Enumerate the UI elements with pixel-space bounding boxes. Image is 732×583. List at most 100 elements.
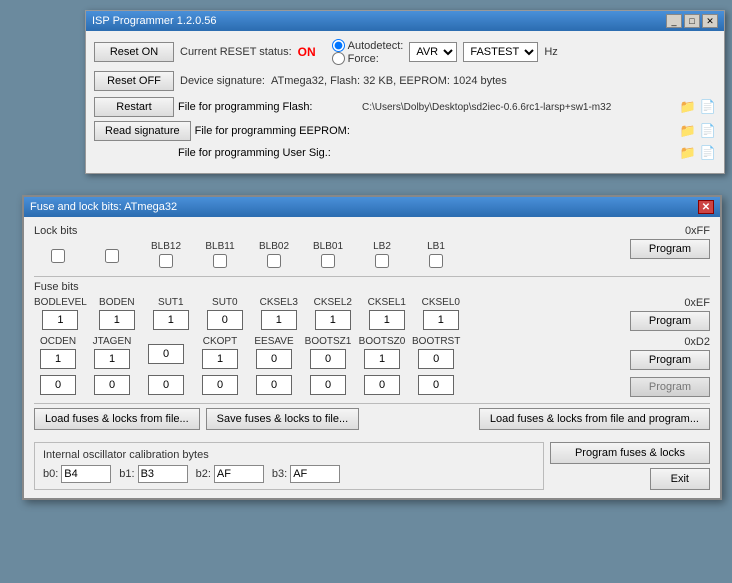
fuse-program-btn1[interactable]: Program <box>630 311 710 331</box>
flash-path: C:\Users\Dolby\Desktop\sd2iec-0.6.6rc1-l… <box>362 102 676 113</box>
fuse-hex2-label: 0xD2 <box>684 336 710 348</box>
bootsz1-input[interactable] <box>310 349 346 369</box>
lock-lb1-check[interactable] <box>429 254 443 268</box>
load-program-btn[interactable]: Load fuses & locks from file and program… <box>479 408 710 430</box>
lock-blb12-check[interactable] <box>159 254 173 268</box>
b0-input[interactable] <box>61 465 111 483</box>
empty-input-7[interactable] <box>364 375 400 395</box>
boden-input[interactable] <box>99 310 135 330</box>
lock-blb02-label: BLB02 <box>259 241 289 252</box>
fuse-title-bar: Fuse and lock bits: ATmega32 ✕ <box>24 197 720 217</box>
empty-col <box>142 342 190 364</box>
empty-row-section: Program <box>34 375 710 399</box>
force-radio[interactable] <box>332 52 345 65</box>
cksel2-col: CKSEL2 <box>309 297 357 330</box>
flash-row: Restart File for programming Flash: C:\U… <box>94 97 716 117</box>
empty-input-5[interactable] <box>256 375 292 395</box>
jtagen-input[interactable] <box>94 349 130 369</box>
device-sig-label: Device signature: <box>180 75 265 87</box>
sut0-label: SUT0 <box>212 297 238 308</box>
ocden-input[interactable] <box>40 349 76 369</box>
osc-row: b0: b1: b2: b3: <box>43 465 535 483</box>
empty-program-btn[interactable]: Program <box>630 377 710 397</box>
empty-input-1[interactable] <box>40 375 76 395</box>
empty-input-6[interactable] <box>310 375 346 395</box>
fuse-window-title: Fuse and lock bits: ATmega32 <box>30 201 177 213</box>
cksel0-input[interactable] <box>423 310 459 330</box>
read-signature-button[interactable]: Read signature <box>94 121 191 141</box>
fuse-close-btn[interactable]: ✕ <box>698 200 714 214</box>
eesave-input[interactable] <box>256 349 292 369</box>
fuse-row2-program-area: 0xD2 Program <box>630 336 710 370</box>
hz-label: Hz <box>544 46 557 58</box>
reset-on-button[interactable]: Reset ON <box>94 42 174 62</box>
ckopt-label: CKOPT <box>203 336 237 347</box>
fuse-row1-labels: BODLEVEL BODEN SUT1 SUT0 <box>34 297 626 330</box>
sut0-col: SUT0 <box>201 297 249 330</box>
flash-label: File for programming Flash: <box>178 101 358 113</box>
b3-group: b3: <box>272 465 340 483</box>
fuse-hex1-label: 0xEF <box>684 297 710 309</box>
save-fuses-btn[interactable]: Save fuses & locks to file... <box>206 408 359 430</box>
ckopt-input[interactable] <box>202 349 238 369</box>
b1-input[interactable] <box>138 465 188 483</box>
fuse-program-btn2[interactable]: Program <box>630 350 710 370</box>
bodlevel-label: BODLEVEL <box>34 297 87 308</box>
eeprom-file-icon[interactable]: 📄 <box>700 123 716 139</box>
fuse-row1-grid: BODLEVEL BODEN SUT1 SUT0 <box>34 297 626 334</box>
autodetect-radio[interactable] <box>332 39 345 52</box>
empty-input-3[interactable] <box>148 375 184 395</box>
lock-blb02-check[interactable] <box>267 254 281 268</box>
cksel2-input[interactable] <box>315 310 351 330</box>
bootrst-input[interactable] <box>418 349 454 369</box>
close-btn[interactable]: ✕ <box>702 14 718 28</box>
bodlevel-input[interactable] <box>42 310 78 330</box>
device-select[interactable]: AVR <box>409 42 457 62</box>
maximize-btn[interactable]: □ <box>684 14 700 28</box>
empty-fuse-input[interactable] <box>148 344 184 364</box>
usersig-file-icon[interactable]: 📄 <box>700 145 716 161</box>
sut0-input[interactable] <box>207 310 243 330</box>
empty-input-8[interactable] <box>418 375 454 395</box>
empty-input-4[interactable] <box>202 375 238 395</box>
program-fuses-btn[interactable]: Program fuses & locks <box>550 442 710 464</box>
fuse-exit-group: Program fuses & locks Exit <box>550 442 710 490</box>
fuse-row2-labels: OCDEN JTAGEN CKOPT <box>34 336 626 369</box>
sut1-input[interactable] <box>153 310 189 330</box>
speed-select[interactable]: FASTEST <box>463 42 538 62</box>
b3-input[interactable] <box>290 465 340 483</box>
lock-blb11-col: BLB11 <box>196 241 244 268</box>
eeprom-folder-icon[interactable]: 📁 <box>680 123 696 139</box>
minimize-btn[interactable]: _ <box>666 14 682 28</box>
lock-program-btn[interactable]: Program <box>630 239 710 259</box>
main-content: Reset ON Current RESET status: ON Autode… <box>86 31 724 173</box>
lock-blb01-col: BLB01 <box>304 241 352 268</box>
restart-button[interactable]: Restart <box>94 97 174 117</box>
load-fuses-btn[interactable]: Load fuses & locks from file... <box>34 408 200 430</box>
usersig-folder-icon[interactable]: 📁 <box>680 145 696 161</box>
current-reset-label: Current RESET status: <box>180 46 292 58</box>
lock-blb11-check[interactable] <box>213 254 227 268</box>
main-title-bar: ISP Programmer 1.2.0.56 _ □ ✕ <box>86 11 724 31</box>
lock-blb11-label: BLB11 <box>205 241 234 252</box>
lock-blb02-col: BLB02 <box>250 241 298 268</box>
exit-btn[interactable]: Exit <box>650 468 710 490</box>
flash-folder-icon[interactable]: 📁 <box>680 99 696 115</box>
cksel1-label: CKSEL1 <box>368 297 406 308</box>
cksel3-input[interactable] <box>261 310 297 330</box>
empty-bits-row <box>34 375 626 395</box>
empty-input-2[interactable] <box>94 375 130 395</box>
lock-blb01-check[interactable] <box>321 254 335 268</box>
lock-lb2-check[interactable] <box>375 254 389 268</box>
b2-group: b2: <box>196 465 264 483</box>
lock-empty-check1[interactable] <box>51 249 65 263</box>
reset-off-button[interactable]: Reset OFF <box>94 71 174 91</box>
bootsz0-input[interactable] <box>364 349 400 369</box>
b2-input[interactable] <box>214 465 264 483</box>
lock-empty-check2[interactable] <box>105 249 119 263</box>
flash-file-icon[interactable]: 📄 <box>700 99 716 115</box>
cksel1-input[interactable] <box>369 310 405 330</box>
usersig-label: File for programming User Sig.: <box>178 147 358 159</box>
lock-bits-label: Lock bits <box>34 225 626 237</box>
lock-bits-section: Lock bits BLB12 <box>34 225 710 272</box>
